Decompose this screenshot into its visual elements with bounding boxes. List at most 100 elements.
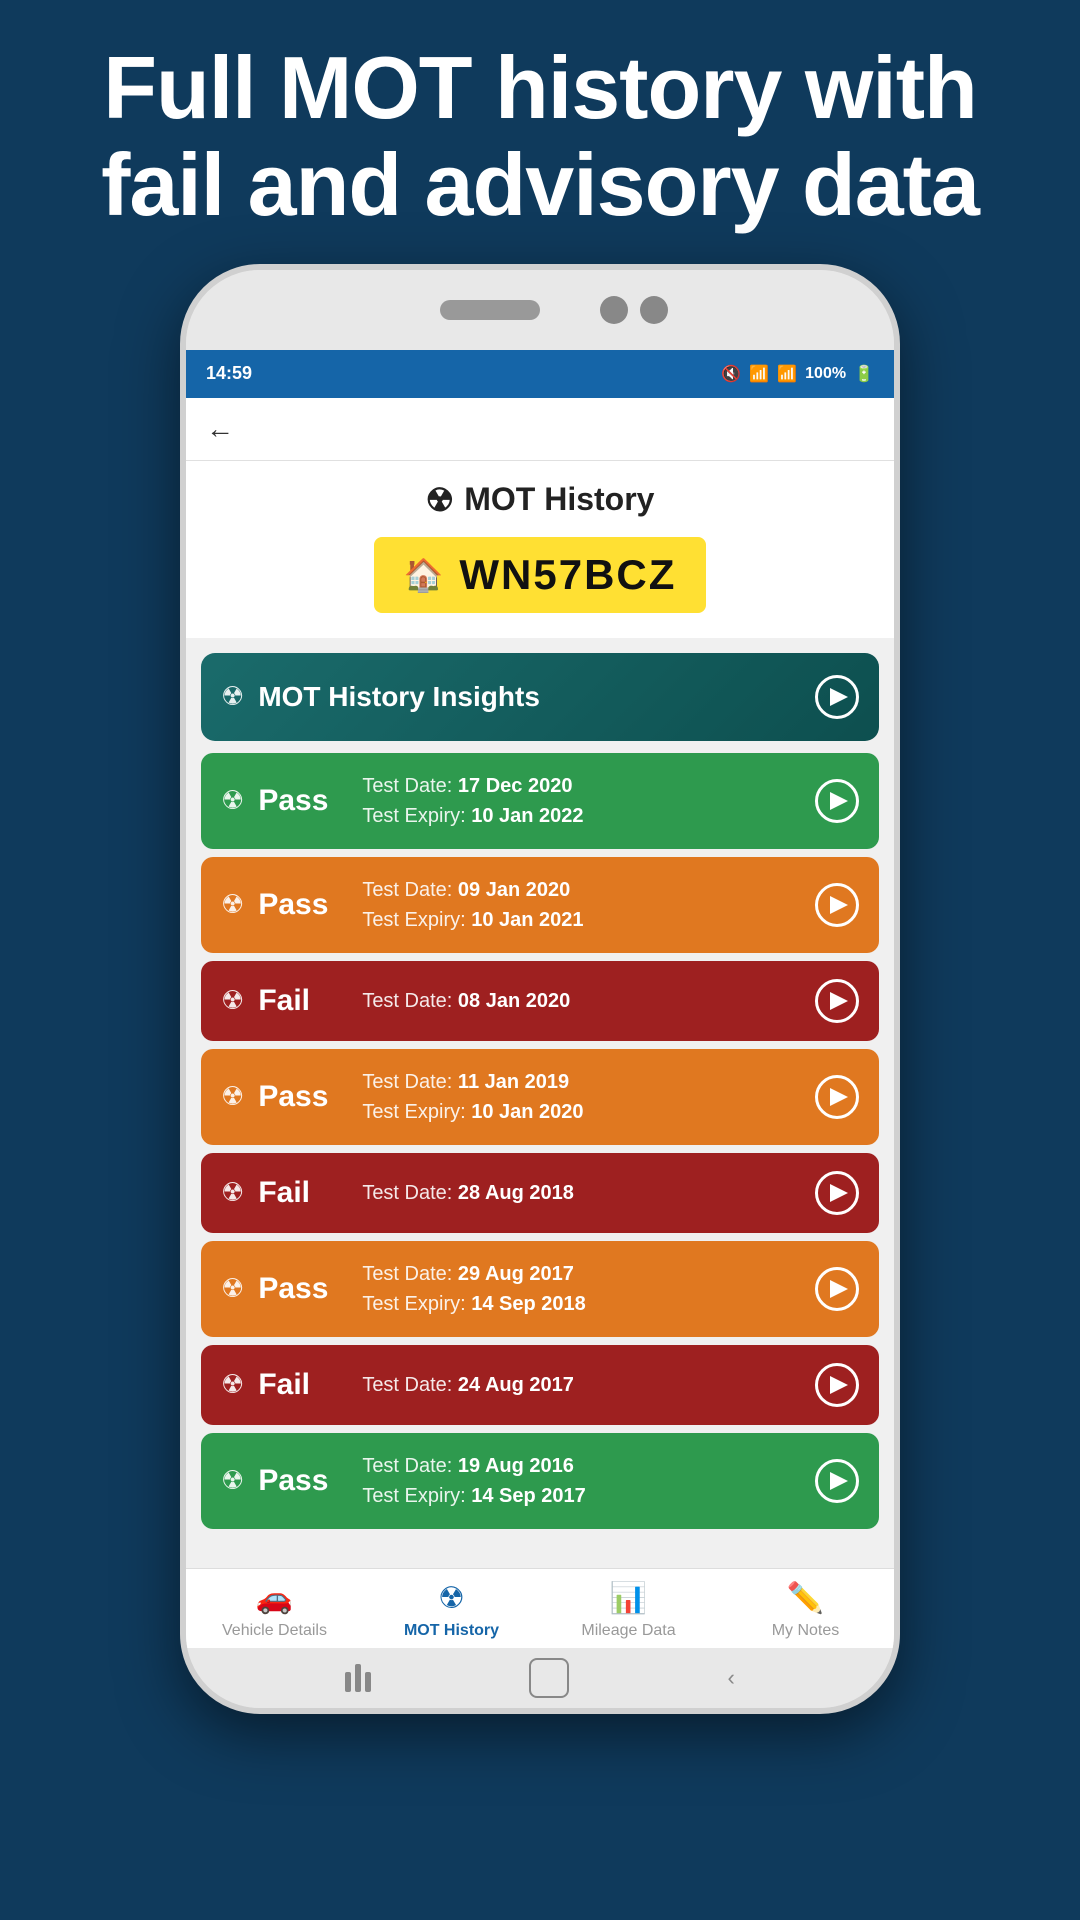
page-background: Full MOT history with fail and advisory … [0, 0, 1080, 1920]
page-header: Full MOT history with fail and advisory … [0, 0, 1080, 264]
nav-item-vehicle-details[interactable]: 🚗 Vehicle Details [186, 1581, 363, 1640]
insights-label: MOT History Insights [258, 681, 540, 713]
row-left: ☢ Pass Test Date: 29 Aug 2017Test Expiry… [221, 1259, 586, 1319]
nav-label-1: MOT History [404, 1622, 499, 1640]
home-button[interactable] [529, 1658, 569, 1698]
row-play-triangle [830, 896, 848, 914]
nav-item-mot-history[interactable]: ☢ MOT History [363, 1581, 540, 1640]
mot-row[interactable]: ☢ Fail Test Date: 08 Jan 2020 [201, 961, 879, 1041]
row-play-btn[interactable] [815, 779, 859, 823]
row-play-btn[interactable] [815, 1363, 859, 1407]
row-play-btn[interactable] [815, 1267, 859, 1311]
row-result: Pass [258, 784, 348, 818]
mot-records-list: ☢ Pass Test Date: 17 Dec 2020Test Expiry… [201, 753, 879, 1529]
status-time: 14:59 [206, 363, 252, 384]
row-result: Pass [258, 1272, 348, 1306]
row-play-btn[interactable] [815, 883, 859, 927]
row-result: Pass [258, 1464, 348, 1498]
bottom-nav: 🚗 Vehicle Details ☢ MOT History 📊 Mileag… [186, 1568, 894, 1648]
row-play-btn[interactable] [815, 1075, 859, 1119]
insights-left: ☢ MOT History Insights [221, 681, 540, 713]
row-mot-icon: ☢ [221, 1369, 244, 1400]
row-dates: Test Date: 17 Dec 2020Test Expiry: 10 Ja… [362, 771, 583, 831]
row-left: ☢ Fail Test Date: 08 Jan 2020 [221, 984, 570, 1018]
row-result: Pass [258, 888, 348, 922]
row-play-triangle [830, 992, 848, 1010]
nav-icon-1: ☢ [438, 1581, 465, 1616]
plate-number: WN57BCZ [459, 551, 676, 599]
mot-row[interactable]: ☢ Pass Test Date: 11 Jan 2019Test Expiry… [201, 1049, 879, 1145]
row-play-btn[interactable] [815, 1459, 859, 1503]
row-mot-icon: ☢ [221, 985, 244, 1016]
content-area[interactable]: ☢ MOT History Insights ☢ Pass Test Date:… [186, 638, 894, 1568]
phone-bottom: ‹ [186, 1648, 894, 1708]
row-dates: Test Date: 29 Aug 2017Test Expiry: 14 Se… [362, 1259, 585, 1319]
mot-row[interactable]: ☢ Fail Test Date: 28 Aug 2018 [201, 1153, 879, 1233]
row-mot-icon: ☢ [221, 1081, 244, 1112]
nav-item-my-notes[interactable]: ✏️ My Notes [717, 1581, 894, 1640]
row-dates: Test Date: 11 Jan 2019Test Expiry: 10 Ja… [362, 1067, 583, 1127]
nav-icon-3: ✏️ [787, 1581, 824, 1616]
back-button[interactable]: ← [206, 413, 234, 445]
insights-play-btn[interactable] [815, 675, 859, 719]
battery-label: 100% [805, 365, 846, 383]
mot-row[interactable]: ☢ Pass Test Date: 29 Aug 2017Test Expiry… [201, 1241, 879, 1337]
row-left: ☢ Fail Test Date: 24 Aug 2017 [221, 1368, 574, 1402]
row-play-btn[interactable] [815, 979, 859, 1023]
insights-card[interactable]: ☢ MOT History Insights [201, 653, 879, 741]
nav-item-mileage-data[interactable]: 📊 Mileage Data [540, 1581, 717, 1640]
phone-top [186, 270, 894, 350]
phone-camera-1 [600, 296, 628, 324]
row-play-triangle [830, 1472, 848, 1490]
back-gesture[interactable]: ‹ [728, 1665, 735, 1691]
row-left: ☢ Pass Test Date: 09 Jan 2020Test Expiry… [221, 875, 584, 935]
row-play-triangle [830, 1280, 848, 1298]
mot-row[interactable]: ☢ Pass Test Date: 19 Aug 2016Test Expiry… [201, 1433, 879, 1529]
nav-label-3: My Notes [772, 1622, 840, 1640]
mot-row[interactable]: ☢ Fail Test Date: 24 Aug 2017 [201, 1345, 879, 1425]
mot-title-text: MOT History [464, 481, 654, 518]
row-left: ☢ Fail Test Date: 28 Aug 2018 [221, 1176, 574, 1210]
mute-icon: 🔇 [721, 364, 741, 384]
status-right: 🔇 📶 📶 100% 🔋 [721, 364, 874, 384]
row-result: Fail [258, 984, 348, 1018]
insights-play-triangle [830, 688, 848, 706]
row-play-triangle [830, 792, 848, 810]
title-section: ☢ MOT History 🏠 WN57BCZ [186, 461, 894, 638]
nav-label-2: Mileage Data [581, 1622, 675, 1640]
row-dates: Test Date: 19 Aug 2016Test Expiry: 14 Se… [362, 1451, 585, 1511]
mot-row[interactable]: ☢ Pass Test Date: 17 Dec 2020Test Expiry… [201, 753, 879, 849]
row-result: Fail [258, 1368, 348, 1402]
row-mot-icon: ☢ [221, 1177, 244, 1208]
battery-icon: 🔋 [854, 364, 874, 384]
mot-page-title: ☢ MOT History [206, 481, 874, 519]
insights-icon: ☢ [221, 681, 244, 712]
wifi-icon: 📶 [749, 364, 769, 384]
row-dates: Test Date: 28 Aug 2018 [362, 1178, 574, 1208]
row-play-btn[interactable] [815, 1171, 859, 1215]
mot-row[interactable]: ☢ Pass Test Date: 09 Jan 2020Test Expiry… [201, 857, 879, 953]
row-mot-icon: ☢ [221, 785, 244, 816]
nav-icon-0: 🚗 [256, 1581, 293, 1616]
row-left: ☢ Pass Test Date: 17 Dec 2020Test Expiry… [221, 771, 584, 831]
row-result: Pass [258, 1080, 348, 1114]
mot-title-icon: ☢ [426, 481, 455, 519]
screen: 14:59 🔇 📶 📶 100% 🔋 ← ☢ [186, 350, 894, 1648]
row-mot-icon: ☢ [221, 1273, 244, 1304]
recent-apps-btn[interactable] [345, 1664, 371, 1692]
status-bar: 14:59 🔇 📶 📶 100% 🔋 [186, 350, 894, 398]
row-left: ☢ Pass Test Date: 19 Aug 2016Test Expiry… [221, 1451, 586, 1511]
phone-camera-2 [640, 296, 668, 324]
plate-garage-icon: 🏠 [404, 556, 446, 594]
row-left: ☢ Pass Test Date: 11 Jan 2019Test Expiry… [221, 1067, 584, 1127]
signal-icon: 📶 [777, 364, 797, 384]
row-play-triangle [830, 1184, 848, 1202]
phone-speaker [440, 300, 540, 320]
row-play-triangle [830, 1088, 848, 1106]
nav-icon-2: 📊 [610, 1581, 647, 1616]
row-dates: Test Date: 24 Aug 2017 [362, 1370, 574, 1400]
row-dates: Test Date: 09 Jan 2020Test Expiry: 10 Ja… [362, 875, 583, 935]
license-plate: 🏠 WN57BCZ [374, 537, 707, 613]
row-mot-icon: ☢ [221, 889, 244, 920]
app-header: ← [186, 398, 894, 461]
